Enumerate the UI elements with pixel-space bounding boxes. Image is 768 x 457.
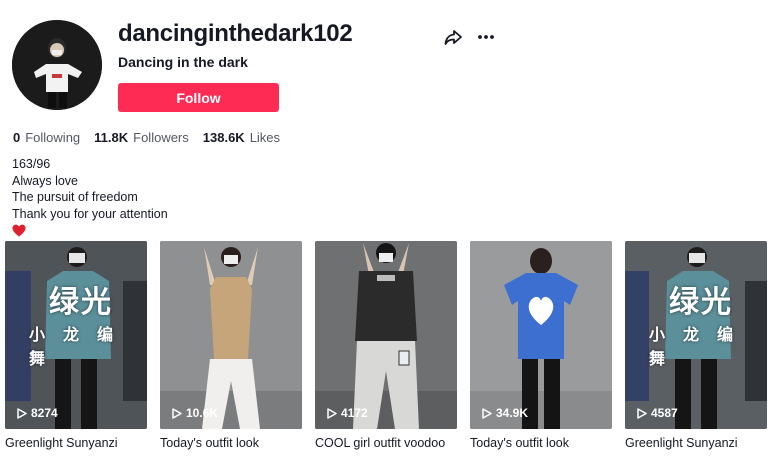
video-overlay-subtitle: 小龙编舞 [29,325,132,368]
likes-label: Likes [249,130,281,145]
bio: 163/96 Always love The pursuit of freedo… [12,156,168,237]
video-grid: 绿光 小龙编舞 8274 Greenlight Sunyanzi 10.6K T… [5,241,767,450]
play-icon [482,407,492,419]
followers-label: Followers [133,130,189,145]
view-count: 8274 [17,406,58,420]
video-card[interactable]: 绿光 小龙编舞 4587 Greenlight Sunyanzi [625,241,767,450]
video-caption[interactable]: Today's outfit look [470,436,612,450]
bio-line: 163/96 [12,157,51,171]
video-thumbnail[interactable]: 绿光 小龙编舞 4587 [625,241,767,429]
stat-followers[interactable]: 11.8K Followers [94,130,189,145]
view-count: 4172 [327,406,368,420]
view-count: 10.6K [172,406,218,420]
following-label: Following [25,130,81,145]
video-frame [160,241,302,429]
play-icon [17,407,27,419]
video-card[interactable]: 34.9K Today's outfit look [470,241,612,450]
view-count: 34.9K [482,406,528,420]
view-count-value: 4172 [341,406,368,420]
video-overlay-title: 绿光 [49,285,113,320]
stat-likes: 138.6K Likes [203,130,280,145]
follow-button[interactable]: Follow [118,83,279,112]
view-count-value: 10.6K [186,406,219,420]
video-thumbnail[interactable]: 绿光 小龙编舞 8274 [5,241,147,429]
view-count: 4587 [637,406,678,420]
profile-stats: 0 Following 11.8K Followers 138.6K Likes [13,130,280,145]
stat-following[interactable]: 0 Following [13,130,80,145]
following-count: 0 [13,130,21,145]
video-overlay-title: 绿光 [669,285,733,320]
video-caption[interactable]: Greenlight Sunyanzi [625,436,767,450]
view-count-value: 4587 [651,406,678,420]
view-count-value: 34.9K [496,406,529,420]
more-icon[interactable] [476,27,496,47]
heart-emoji-icon [12,224,26,237]
video-card[interactable]: 10.6K Today's outfit look [160,241,302,450]
video-frame [315,241,457,429]
followers-count: 11.8K [94,130,129,145]
username: dancinginthedark102 [118,20,353,47]
video-thumbnail[interactable]: 10.6K [160,241,302,429]
video-frame [470,241,612,429]
play-icon [172,407,182,419]
bio-line: Thank you for your attention [12,206,168,221]
bio-line: The pursuit of freedom [12,190,138,204]
view-count-value: 8274 [31,406,58,420]
video-caption[interactable]: Greenlight Sunyanzi [5,436,147,450]
play-icon [327,407,337,419]
video-caption[interactable]: Today's outfit look [160,436,302,450]
likes-count: 138.6K [202,130,245,145]
play-icon [637,407,647,419]
video-thumbnail[interactable]: 4172 [315,241,457,429]
video-caption[interactable]: COOL girl outfit voodoo [315,436,457,450]
nickname: Dancing in the dark [118,54,248,70]
video-card[interactable]: 4172 COOL girl outfit voodoo [315,241,457,450]
video-thumbnail[interactable]: 34.9K [470,241,612,429]
bio-line: Always love [12,173,78,188]
video-overlay-subtitle: 小龙编舞 [649,325,752,368]
avatar-image [12,20,102,110]
avatar[interactable] [12,20,102,110]
share-icon[interactable] [443,27,463,47]
video-card[interactable]: 绿光 小龙编舞 8274 Greenlight Sunyanzi [5,241,147,450]
